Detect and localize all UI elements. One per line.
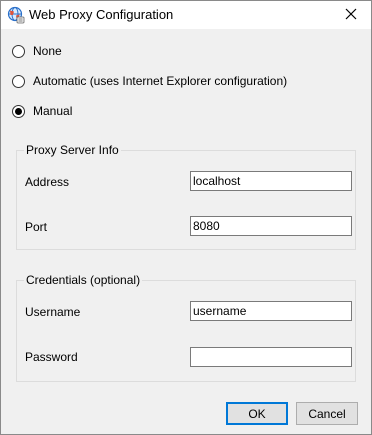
password-field[interactable] (190, 347, 352, 367)
cancel-button[interactable]: Cancel (296, 402, 358, 425)
radio-none[interactable] (12, 44, 25, 58)
ok-button-label: OK (248, 406, 266, 421)
username-field[interactable] (190, 301, 352, 321)
proxy-server-info-legend: Proxy Server Info (24, 143, 121, 157)
password-label: Password (25, 350, 78, 364)
close-icon (345, 8, 357, 23)
radio-option-automatic[interactable]: Automatic (uses Internet Explorer config… (12, 72, 287, 90)
close-button[interactable] (331, 1, 371, 29)
port-field[interactable] (190, 216, 352, 236)
web-proxy-dialog: Web Proxy Configuration None Automatic (… (0, 0, 372, 435)
radio-automatic[interactable] (12, 74, 25, 88)
radio-manual[interactable] (12, 104, 25, 118)
window-title: Web Proxy Configuration (29, 7, 174, 22)
radio-option-manual[interactable]: Manual (12, 102, 72, 120)
cancel-button-label: Cancel (308, 406, 346, 421)
address-label: Address (25, 175, 70, 189)
credentials-legend: Credentials (optional) (24, 273, 143, 287)
username-label: Username (25, 305, 81, 319)
radio-label-none: None (33, 44, 62, 58)
ok-button[interactable]: OK (226, 402, 288, 425)
globe-proxy-icon (7, 6, 25, 24)
port-label: Port (25, 220, 48, 234)
radio-option-none[interactable]: None (12, 42, 62, 60)
radio-label-automatic: Automatic (uses Internet Explorer config… (33, 74, 288, 88)
address-field[interactable] (190, 171, 352, 191)
radio-label-manual: Manual (33, 104, 73, 118)
title-bar: Web Proxy Configuration (1, 1, 371, 29)
